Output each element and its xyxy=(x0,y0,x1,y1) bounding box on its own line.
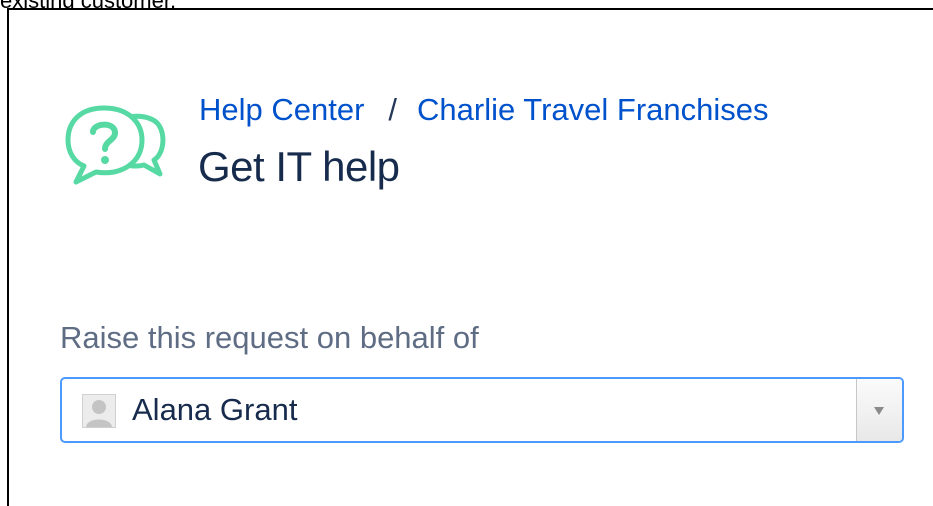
chevron-down-icon xyxy=(874,407,884,415)
selected-customer-value: Alana Grant xyxy=(132,392,298,427)
dropdown-toggle-button[interactable] xyxy=(856,379,902,441)
breadcrumb-separator: / xyxy=(388,92,398,127)
default-user-avatar-icon xyxy=(83,395,115,427)
chat-bubbles-question-icon xyxy=(65,105,166,185)
on-behalf-of-select[interactable]: Alana Grant xyxy=(60,377,904,443)
avatar xyxy=(82,394,116,428)
page-title: Get IT help xyxy=(198,143,400,190)
breadcrumb: Help Center / Charlie Travel Franchises xyxy=(199,92,769,128)
on-behalf-of-label: Raise this request on behalf of xyxy=(60,320,479,355)
breadcrumb-service-desk-link[interactable]: Charlie Travel Franchises xyxy=(417,92,768,127)
breadcrumb-help-center-link[interactable]: Help Center xyxy=(199,92,364,127)
